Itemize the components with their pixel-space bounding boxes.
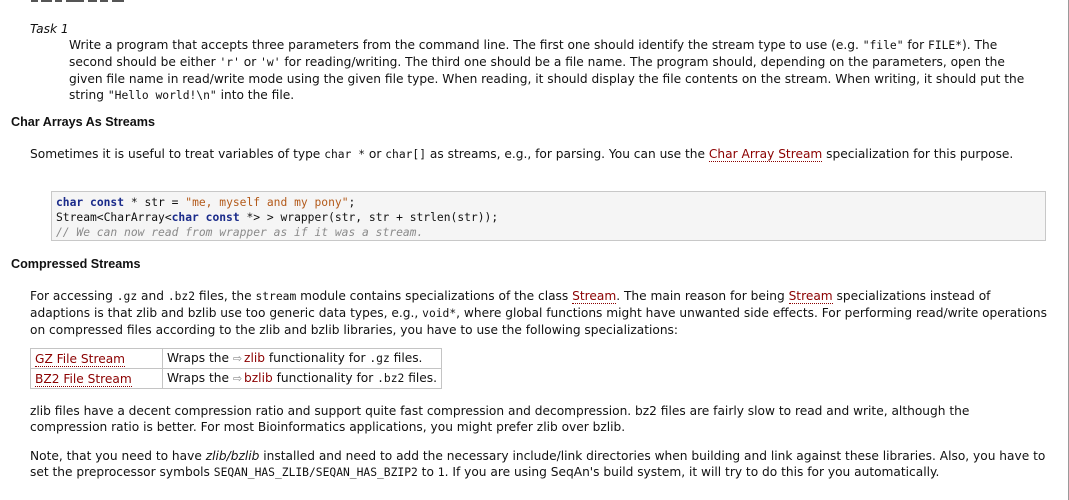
code-example: char const * str = "me, myself and my po… <box>51 191 1046 241</box>
bzlib-link[interactable]: bzlib <box>244 371 273 385</box>
note-paragraph: Note, that you need to have zlib/bzlib i… <box>30 449 1046 479</box>
table-row: BZ2 File Stream Wraps the ⇨ bzlib functio… <box>30 368 442 389</box>
table-row: GZ File Stream Wraps the ⇨ zlib functiona… <box>30 348 442 369</box>
char-array-stream-link[interactable]: Char Array Stream <box>708 147 823 162</box>
clipped-previous-content <box>0 0 1068 5</box>
zlib-link[interactable]: zlib <box>244 351 265 365</box>
bz2-file-stream-link[interactable]: BZ2 File Stream <box>35 371 132 387</box>
stream-class-link-2[interactable]: Stream <box>788 289 833 304</box>
task-label: Task 1 <box>30 22 69 36</box>
stream-class-link[interactable]: Stream <box>572 289 617 304</box>
compression-ratio-paragraph: zlib files have a decent compression rat… <box>30 404 970 434</box>
gz-file-stream-link[interactable]: GZ File Stream <box>35 351 126 367</box>
specializations-table: GZ File Stream Wraps the ⇨ zlib functiona… <box>30 348 442 389</box>
external-link-icon: ⇨ <box>232 372 243 385</box>
external-link-icon: ⇨ <box>232 352 243 365</box>
code-comment: // We can now read from wrapper as if it… <box>56 226 424 239</box>
char-arrays-paragraph: Sometimes it is useful to treat variable… <box>30 147 1014 162</box>
compressed-streams-paragraph: For accessing .gz and .bz2 files, the st… <box>30 289 1047 337</box>
heading-char-arrays: Char Arrays As Streams <box>11 115 155 129</box>
task-description: Write a program that accepts three param… <box>69 38 1025 102</box>
heading-compressed-streams: Compressed Streams <box>11 257 141 271</box>
